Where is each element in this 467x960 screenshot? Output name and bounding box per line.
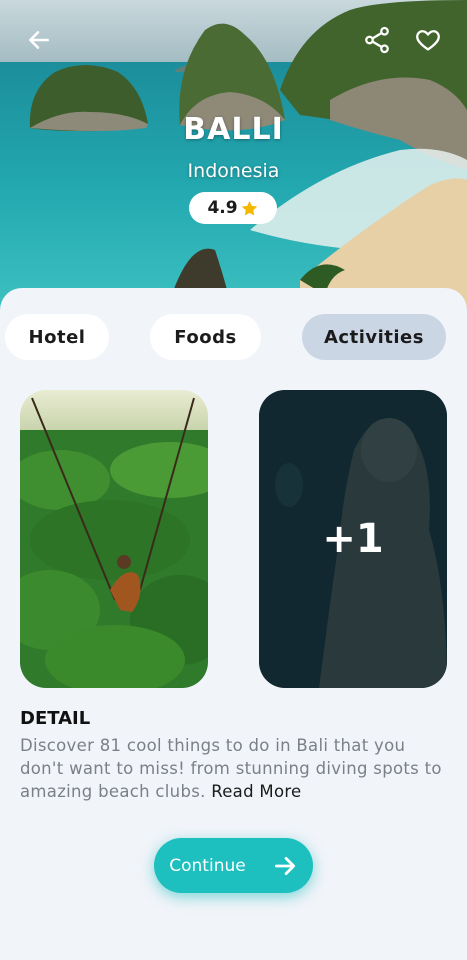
tab-hotel[interactable]: Hotel <box>5 314 109 360</box>
continue-button[interactable]: Continue <box>154 838 313 893</box>
share-button[interactable] <box>359 22 395 58</box>
arrow-left-icon <box>29 31 49 49</box>
favorite-button[interactable] <box>410 22 446 58</box>
gallery-more-images[interactable]: +1 <box>259 390 447 688</box>
content-sheet: Hotel Foods Activities +1 DETAIL Discove… <box>0 288 467 960</box>
tab-label: Activities <box>324 326 424 348</box>
tab-foods[interactable]: Foods <box>150 314 261 360</box>
continue-label: Continue <box>169 855 246 876</box>
more-images-count: +1 <box>322 516 384 562</box>
detail-description: Discover 81 cool things to do in Bali th… <box>20 734 450 803</box>
rating-badge: 4.9 <box>189 192 277 224</box>
read-more-link[interactable]: Read More <box>211 782 301 801</box>
jungle-swing-photo <box>20 390 208 688</box>
arrow-right-icon <box>274 856 295 875</box>
hero-image: BALLI Indonesia 4.9 <box>0 0 467 320</box>
rating-value: 4.9 <box>207 198 238 218</box>
tab-activities[interactable]: Activities <box>302 314 446 360</box>
share-icon <box>365 26 389 54</box>
destination-name: BALLI <box>183 112 284 147</box>
gallery-image-swing[interactable] <box>20 390 208 688</box>
tab-label: Hotel <box>28 326 86 348</box>
tab-label: Foods <box>174 326 237 348</box>
destination-country: Indonesia <box>187 160 280 182</box>
star-icon <box>241 200 257 216</box>
detail-heading: DETAIL <box>20 708 91 729</box>
back-button[interactable] <box>21 22 57 58</box>
heart-icon <box>416 30 440 51</box>
